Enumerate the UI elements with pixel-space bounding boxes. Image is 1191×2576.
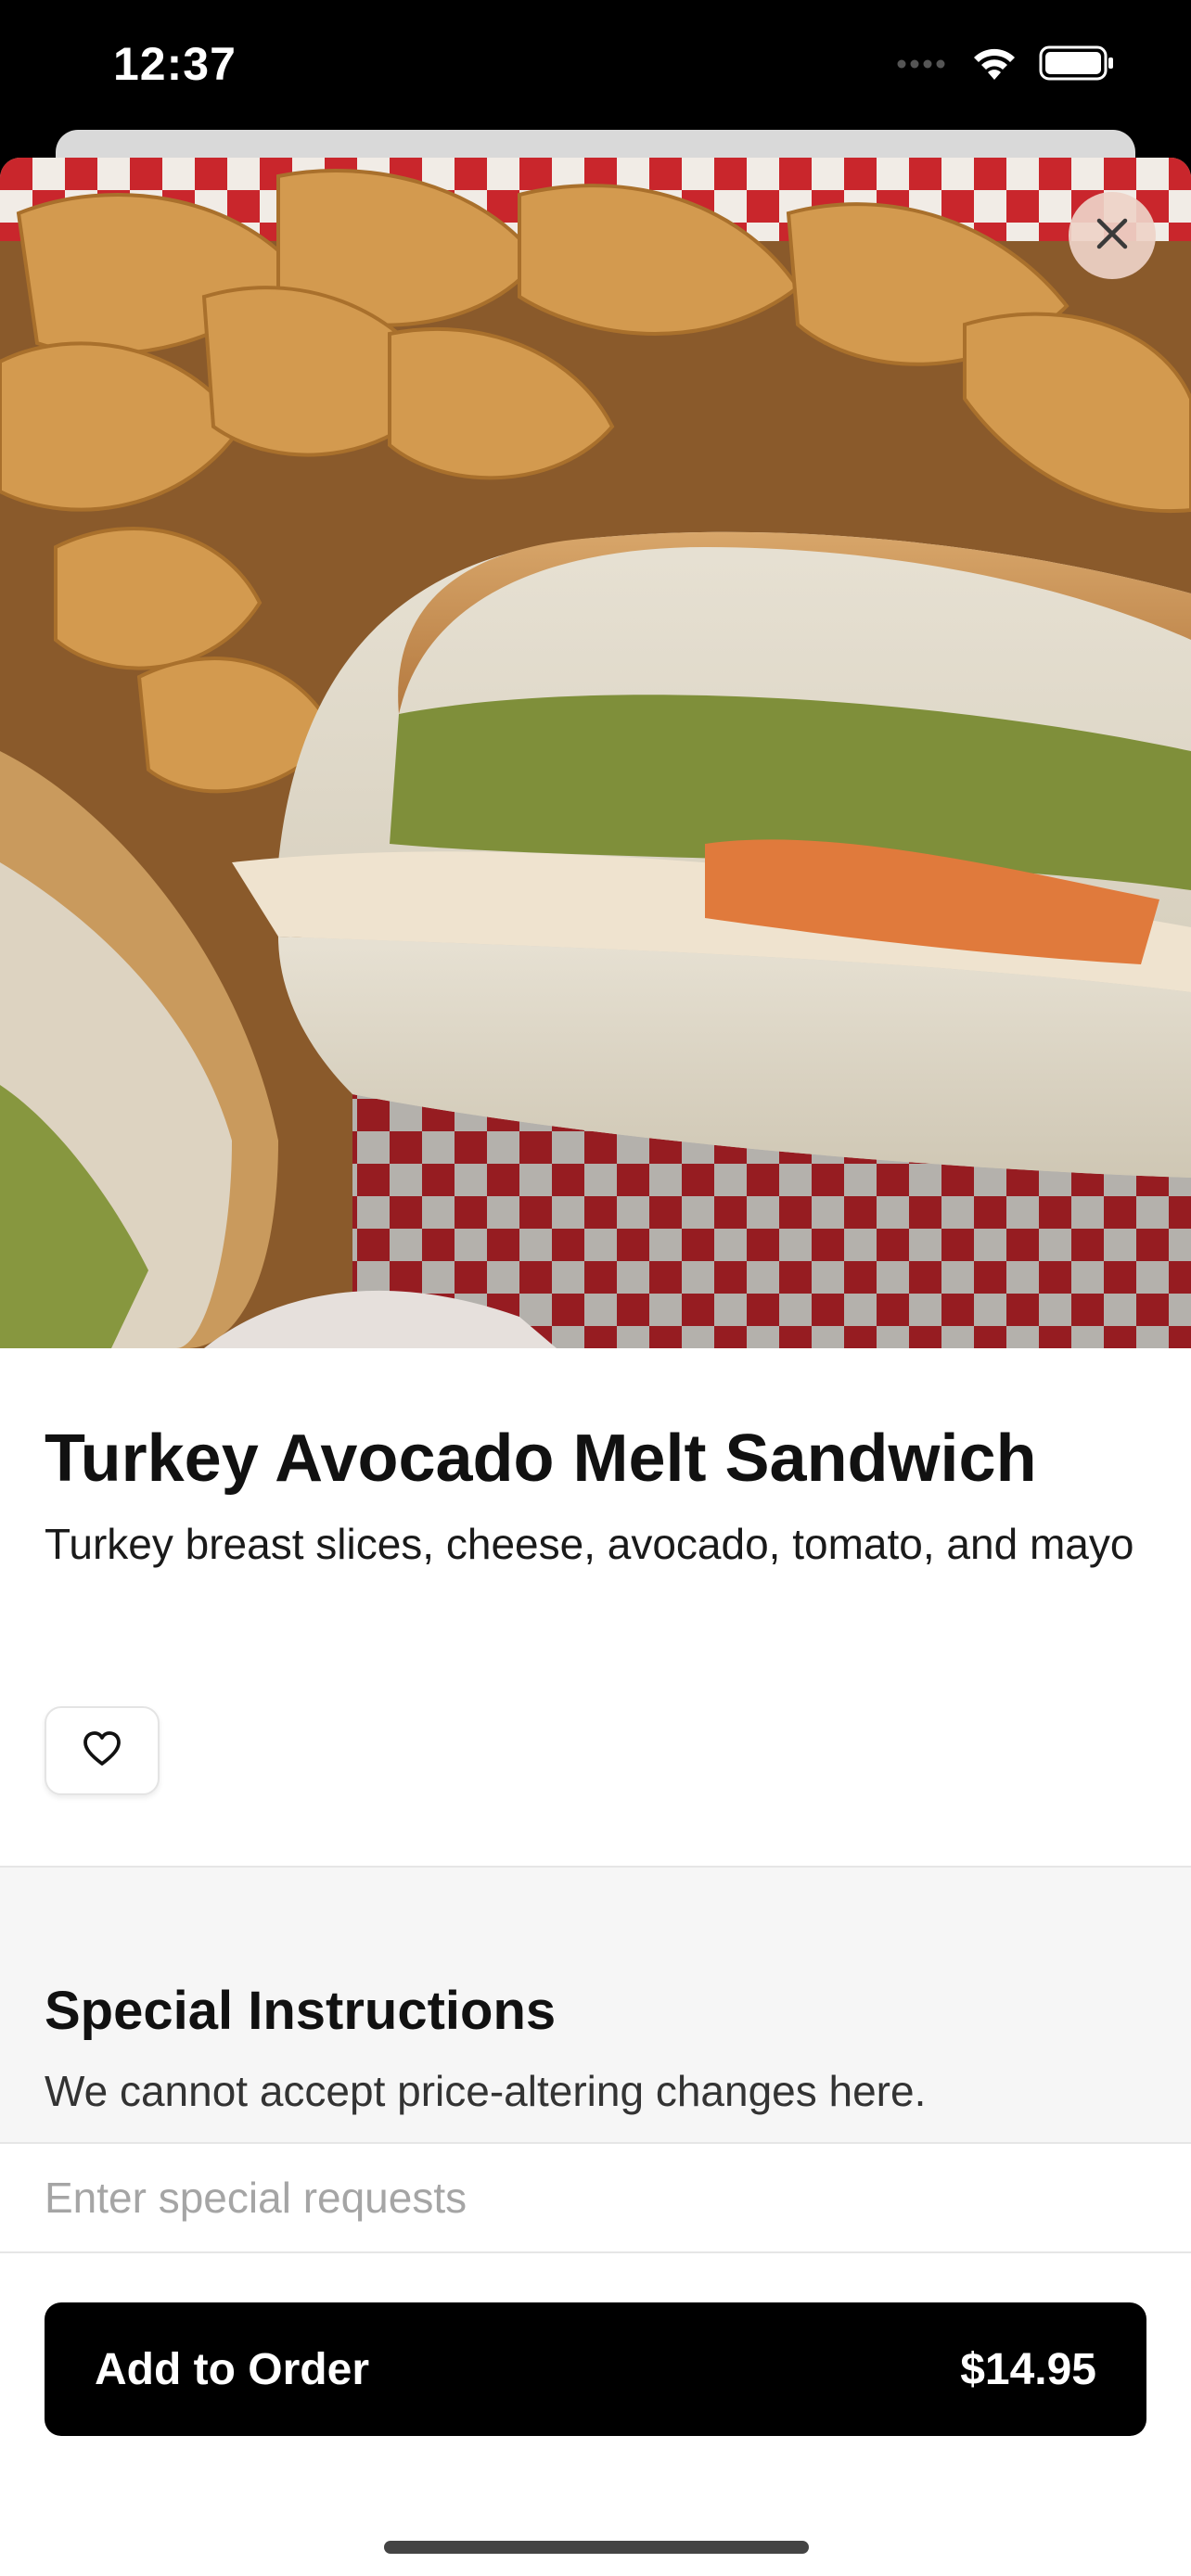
status-bar: 12:37 [0,0,1191,139]
special-requests-input[interactable] [0,2142,1191,2253]
wifi-icon [970,45,1018,86]
special-instructions-title: Special Instructions [45,1981,557,2041]
status-time: 12:37 [113,38,237,90]
cellular-signal-icon [896,57,950,74]
close-icon [1094,215,1131,257]
order-price: $14.95 [960,2344,1096,2394]
battery-icon [1039,45,1115,85]
item-photo [0,158,1191,1348]
favorite-button[interactable] [45,1706,160,1795]
home-indicator[interactable] [384,2541,809,2554]
item-description: Turkey breast slices, cheese, avocado, t… [45,1520,1134,1568]
sandwich-photo-illustration [0,158,1191,1348]
heart-icon [82,1730,122,1772]
special-instructions-subtitle: We cannot accept price-altering changes … [45,2067,927,2115]
add-to-order-button[interactable]: Add to Order $14.95 [45,2302,1146,2436]
item-title: Turkey Avocado Melt Sandwich [45,1422,1037,1496]
add-to-order-label: Add to Order [95,2344,369,2394]
status-icons [896,45,1115,86]
close-button[interactable] [1069,192,1156,279]
